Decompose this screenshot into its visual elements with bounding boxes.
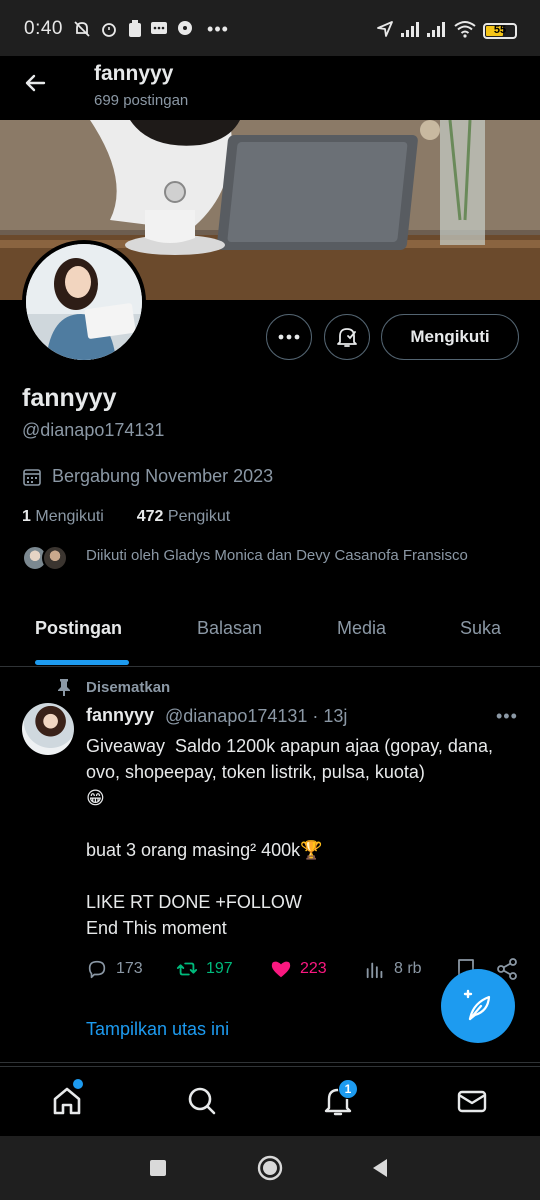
- chat-icon: [176, 20, 194, 38]
- heart-filled-icon: [271, 961, 291, 978]
- system-navigation-bar: [0, 1136, 540, 1200]
- header-post-count: 699 postingan: [94, 92, 189, 109]
- back-triangle-icon[interactable]: [371, 1158, 389, 1178]
- retweet-icon: [176, 962, 198, 976]
- search-icon[interactable]: [186, 1085, 218, 1117]
- like-count: 223: [300, 960, 327, 977]
- header-title: fannyyy: [94, 62, 174, 85]
- reply-icon: [88, 960, 106, 979]
- follower-avatar: [42, 545, 68, 571]
- wifi-icon: [454, 20, 476, 38]
- followers-label: Pengikut: [167, 508, 231, 525]
- signal-2-icon: [426, 20, 448, 38]
- tweet-author-name[interactable]: fannyyy: [86, 705, 154, 726]
- bell-check-icon: [337, 328, 357, 347]
- pinned-label: Disematkan: [86, 679, 171, 696]
- tweet-more-icon[interactable]: •••: [496, 706, 518, 727]
- notifications-bell-button[interactable]: [324, 314, 370, 360]
- reply-count: 173: [116, 960, 143, 977]
- notification-badge: 1: [338, 1079, 358, 1099]
- followed-by-text[interactable]: Diikuti oleh Gladys Monica dan Devy Casa…: [86, 547, 468, 564]
- following-count: 1: [22, 508, 31, 525]
- tab-media[interactable]: Media: [337, 618, 386, 639]
- battery-icon: 55: [483, 23, 517, 39]
- followers-count: 472: [136, 508, 164, 525]
- mute-icon: [73, 20, 91, 38]
- message-icon: [150, 20, 168, 38]
- back-arrow-icon[interactable]: [22, 70, 48, 96]
- tweet-divider: [0, 1062, 540, 1063]
- retweet-button[interactable]: 197: [176, 958, 233, 980]
- bottom-navigation: 1: [0, 1066, 540, 1136]
- retweet-count: 197: [206, 960, 233, 977]
- location-icon: [376, 20, 394, 38]
- reply-button[interactable]: 173: [86, 958, 143, 980]
- show-thread-link[interactable]: Tampilkan utas ini: [86, 1019, 229, 1040]
- views-button[interactable]: 8 rb: [364, 958, 422, 980]
- pin-icon: [58, 679, 70, 696]
- following-button[interactable]: Mengikuti: [381, 314, 519, 360]
- status-bar: 0:40 ••• 55: [0, 0, 540, 56]
- join-date: Bergabung November 2023: [52, 466, 274, 486]
- views-chart-icon: [366, 962, 383, 979]
- avatar-image: [26, 244, 142, 360]
- alarm-icon: [100, 20, 118, 38]
- more-horizontal-icon: [278, 334, 300, 340]
- following-link[interactable]: 1 Mengikuti: [22, 508, 104, 525]
- profile-handle: @dianapo174131: [22, 420, 165, 440]
- status-time: 0:40: [24, 18, 63, 39]
- compose-post-button[interactable]: [441, 969, 515, 1043]
- signal-icon: [400, 20, 422, 38]
- home-unread-dot: [73, 1079, 83, 1089]
- tabs-divider: [0, 666, 540, 667]
- more-notifications-icon: •••: [207, 19, 229, 39]
- battery-level: 55: [493, 24, 507, 36]
- profile-name: fannyyy: [22, 384, 117, 412]
- tab-posts[interactable]: Postingan: [35, 618, 122, 639]
- more-options-button[interactable]: [266, 314, 312, 360]
- views-count: 8 rb: [394, 960, 422, 977]
- home-circle-icon[interactable]: [257, 1155, 283, 1181]
- tweet-author-avatar[interactable]: [22, 703, 74, 755]
- profile-avatar[interactable]: [22, 240, 146, 364]
- calendar-icon: [23, 469, 41, 486]
- profile-header: fannyyy 699 postingan: [0, 56, 540, 120]
- recents-square-icon[interactable]: [149, 1159, 167, 1177]
- battery-saver-icon: [126, 20, 144, 38]
- tweet-meta: @dianapo174131 · 13j: [165, 706, 348, 726]
- messages-icon[interactable]: [456, 1085, 488, 1117]
- active-tab-indicator: [35, 660, 129, 665]
- tab-likes[interactable]: Suka: [460, 618, 501, 639]
- following-label: Mengikuti: [35, 508, 104, 525]
- compose-feather-icon: [463, 989, 491, 1021]
- tab-replies[interactable]: Balasan: [197, 618, 262, 639]
- tweet-text: Giveaway Saldo 1200k apapun ajaa (gopay,…: [86, 736, 493, 938]
- home-icon[interactable]: [51, 1085, 83, 1117]
- follow-stats: 1 Mengikuti 472 Pengikut: [22, 508, 230, 526]
- like-button[interactable]: 223: [270, 958, 327, 980]
- followers-link[interactable]: 472 Pengikut: [137, 508, 230, 525]
